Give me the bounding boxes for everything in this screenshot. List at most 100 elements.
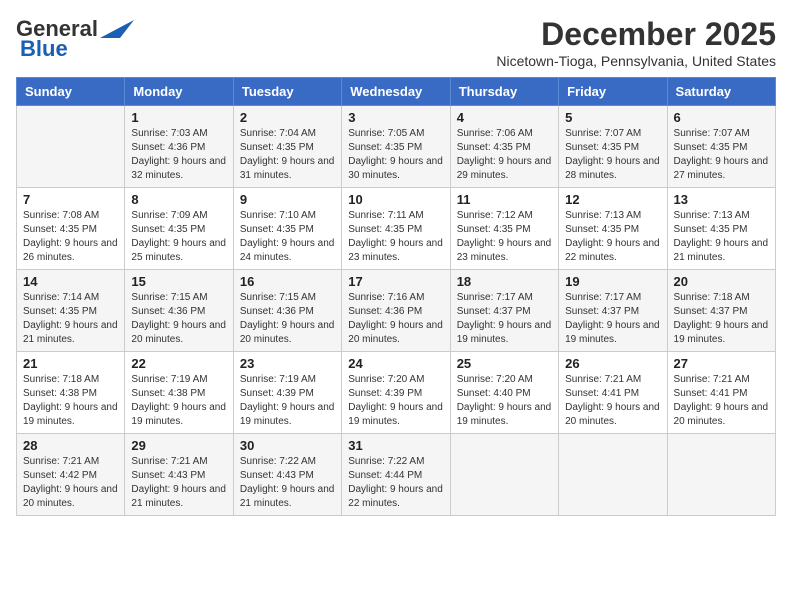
day-info: Sunrise: 7:07 AMSunset: 4:35 PMDaylight:…: [565, 127, 660, 183]
day-number: 23: [240, 356, 335, 371]
day-number: 11: [457, 192, 552, 207]
day-info: Sunrise: 7:10 AMSunset: 4:35 PMDaylight:…: [240, 209, 335, 265]
calendar-cell: 20 Sunrise: 7:18 AMSunset: 4:37 PMDayligh…: [667, 270, 775, 352]
header: General Blue December 2025 Nicetown-Tiog…: [16, 16, 776, 69]
day-info: Sunrise: 7:22 AMSunset: 4:43 PMDaylight:…: [240, 455, 335, 511]
calendar-cell: 8Sunrise: 7:09 AMSunset: 4:35 PMDaylight…: [125, 188, 233, 270]
day-header-tuesday: Tuesday: [233, 78, 341, 106]
calendar-cell: 3 Sunrise: 7:05 AMSunset: 4:35 PMDaylight…: [342, 106, 450, 188]
calendar-cell: 15Sunrise: 7:15 AMSunset: 4:36 PMDayligh…: [125, 270, 233, 352]
day-number: 16: [240, 274, 335, 289]
day-number: 1: [131, 110, 226, 125]
day-number: 19: [565, 274, 660, 289]
month-title: December 2025: [496, 16, 776, 53]
day-number: 6: [674, 110, 769, 125]
calendar-cell: 23 Sunrise: 7:19 AMSunset: 4:39 PMDayligh…: [233, 352, 341, 434]
day-number: 4: [457, 110, 552, 125]
calendar-cell: 11 Sunrise: 7:12 AMSunset: 4:35 PMDayligh…: [450, 188, 558, 270]
day-info: Sunrise: 7:14 AMSunset: 4:35 PMDaylight:…: [23, 291, 118, 347]
day-number: 20: [674, 274, 769, 289]
calendar-cell: 18 Sunrise: 7:17 AMSunset: 4:37 PMDayligh…: [450, 270, 558, 352]
calendar-cell: 9 Sunrise: 7:10 AMSunset: 4:35 PMDaylight…: [233, 188, 341, 270]
calendar-cell: 29 Sunrise: 7:21 AMSunset: 4:43 PMDayligh…: [125, 434, 233, 516]
day-number: 14: [23, 274, 118, 289]
calendar-cell: 31Sunrise: 7:22 AMSunset: 4:44 PMDayligh…: [342, 434, 450, 516]
calendar-cell: 5 Sunrise: 7:07 AMSunset: 4:35 PMDaylight…: [559, 106, 667, 188]
subtitle: Nicetown-Tioga, Pennsylvania, United Sta…: [496, 53, 776, 69]
day-info: Sunrise: 7:15 AMSunset: 4:36 PMDaylight:…: [131, 291, 226, 347]
day-header-friday: Friday: [559, 78, 667, 106]
calendar-cell: 19 Sunrise: 7:17 AMSunset: 4:37 PMDayligh…: [559, 270, 667, 352]
day-number: 25: [457, 356, 552, 371]
day-number: 13: [674, 192, 769, 207]
day-info: Sunrise: 7:18 AMSunset: 4:38 PMDaylight:…: [23, 373, 118, 429]
title-area: December 2025 Nicetown-Tioga, Pennsylvan…: [496, 16, 776, 69]
calendar-cell: 1 Sunrise: 7:03 AMSunset: 4:36 PMDaylight…: [125, 106, 233, 188]
day-info: Sunrise: 7:15 AMSunset: 4:36 PMDaylight:…: [240, 291, 335, 347]
day-info: Sunrise: 7:16 AMSunset: 4:36 PMDaylight:…: [348, 291, 443, 347]
day-number: 12: [565, 192, 660, 207]
calendar-cell: 6 Sunrise: 7:07 AMSunset: 4:35 PMDaylight…: [667, 106, 775, 188]
day-info: Sunrise: 7:13 AMSunset: 4:35 PMDaylight:…: [565, 209, 660, 265]
day-number: 18: [457, 274, 552, 289]
day-info: Sunrise: 7:13 AMSunset: 4:35 PMDaylight:…: [674, 209, 769, 265]
day-number: 29: [131, 438, 226, 453]
calendar-cell: 13 Sunrise: 7:13 AMSunset: 4:35 PMDayligh…: [667, 188, 775, 270]
day-header-monday: Monday: [125, 78, 233, 106]
day-info: Sunrise: 7:18 AMSunset: 4:37 PMDaylight:…: [674, 291, 769, 347]
day-info: Sunrise: 7:19 AMSunset: 4:39 PMDaylight:…: [240, 373, 335, 429]
logo-blue: Blue: [20, 36, 68, 62]
calendar-cell: 12 Sunrise: 7:13 AMSunset: 4:35 PMDayligh…: [559, 188, 667, 270]
calendar-cell: 26 Sunrise: 7:21 AMSunset: 4:41 PMDayligh…: [559, 352, 667, 434]
logo-icon: [100, 18, 134, 40]
day-number: 27: [674, 356, 769, 371]
calendar-cell: 21 Sunrise: 7:18 AMSunset: 4:38 PMDayligh…: [17, 352, 125, 434]
day-number: 2: [240, 110, 335, 125]
day-number: 10: [348, 192, 443, 207]
day-info: Sunrise: 7:22 AMSunset: 4:44 PMDaylight:…: [348, 455, 443, 511]
day-info: Sunrise: 7:06 AMSunset: 4:35 PMDaylight:…: [457, 127, 552, 183]
calendar-cell: 27 Sunrise: 7:21 AMSunset: 4:41 PMDayligh…: [667, 352, 775, 434]
day-number: 21: [23, 356, 118, 371]
day-number: 3: [348, 110, 443, 125]
calendar-cell: [667, 434, 775, 516]
day-info: Sunrise: 7:21 AMSunset: 4:41 PMDaylight:…: [674, 373, 769, 429]
logo: General Blue: [16, 16, 134, 62]
calendar-cell: 17 Sunrise: 7:16 AMSunset: 4:36 PMDayligh…: [342, 270, 450, 352]
day-header-wednesday: Wednesday: [342, 78, 450, 106]
calendar-cell: 10 Sunrise: 7:11 AMSunset: 4:35 PMDayligh…: [342, 188, 450, 270]
calendar-cell: 16 Sunrise: 7:15 AMSunset: 4:36 PMDayligh…: [233, 270, 341, 352]
calendar-cell: 4 Sunrise: 7:06 AMSunset: 4:35 PMDaylight…: [450, 106, 558, 188]
day-number: 24: [348, 356, 443, 371]
day-info: Sunrise: 7:05 AMSunset: 4:35 PMDaylight:…: [348, 127, 443, 183]
day-number: 7: [23, 192, 118, 207]
day-number: 17: [348, 274, 443, 289]
day-info: Sunrise: 7:11 AMSunset: 4:35 PMDaylight:…: [348, 209, 443, 265]
day-info: Sunrise: 7:03 AMSunset: 4:36 PMDaylight:…: [131, 127, 226, 183]
calendar-table: SundayMondayTuesdayWednesdayThursdayFrid…: [16, 77, 776, 516]
calendar-cell: 25 Sunrise: 7:20 AMSunset: 4:40 PMDayligh…: [450, 352, 558, 434]
day-number: 26: [565, 356, 660, 371]
day-info: Sunrise: 7:04 AMSunset: 4:35 PMDaylight:…: [240, 127, 335, 183]
calendar-cell: 14 Sunrise: 7:14 AMSunset: 4:35 PMDayligh…: [17, 270, 125, 352]
day-info: Sunrise: 7:07 AMSunset: 4:35 PMDaylight:…: [674, 127, 769, 183]
calendar-cell: 2 Sunrise: 7:04 AMSunset: 4:35 PMDaylight…: [233, 106, 341, 188]
calendar-cell: 7Sunrise: 7:08 AMSunset: 4:35 PMDaylight…: [17, 188, 125, 270]
day-number: 5: [565, 110, 660, 125]
day-info: Sunrise: 7:20 AMSunset: 4:39 PMDaylight:…: [348, 373, 443, 429]
day-number: 9: [240, 192, 335, 207]
day-info: Sunrise: 7:20 AMSunset: 4:40 PMDaylight:…: [457, 373, 552, 429]
day-number: 28: [23, 438, 118, 453]
day-header-saturday: Saturday: [667, 78, 775, 106]
day-info: Sunrise: 7:12 AMSunset: 4:35 PMDaylight:…: [457, 209, 552, 265]
calendar-cell: [17, 106, 125, 188]
day-header-thursday: Thursday: [450, 78, 558, 106]
day-info: Sunrise: 7:17 AMSunset: 4:37 PMDaylight:…: [457, 291, 552, 347]
day-info: Sunrise: 7:21 AMSunset: 4:43 PMDaylight:…: [131, 455, 226, 511]
day-info: Sunrise: 7:17 AMSunset: 4:37 PMDaylight:…: [565, 291, 660, 347]
day-info: Sunrise: 7:21 AMSunset: 4:41 PMDaylight:…: [565, 373, 660, 429]
calendar-cell: 28Sunrise: 7:21 AMSunset: 4:42 PMDayligh…: [17, 434, 125, 516]
day-number: 8: [131, 192, 226, 207]
day-number: 22: [131, 356, 226, 371]
calendar-cell: 30Sunrise: 7:22 AMSunset: 4:43 PMDayligh…: [233, 434, 341, 516]
